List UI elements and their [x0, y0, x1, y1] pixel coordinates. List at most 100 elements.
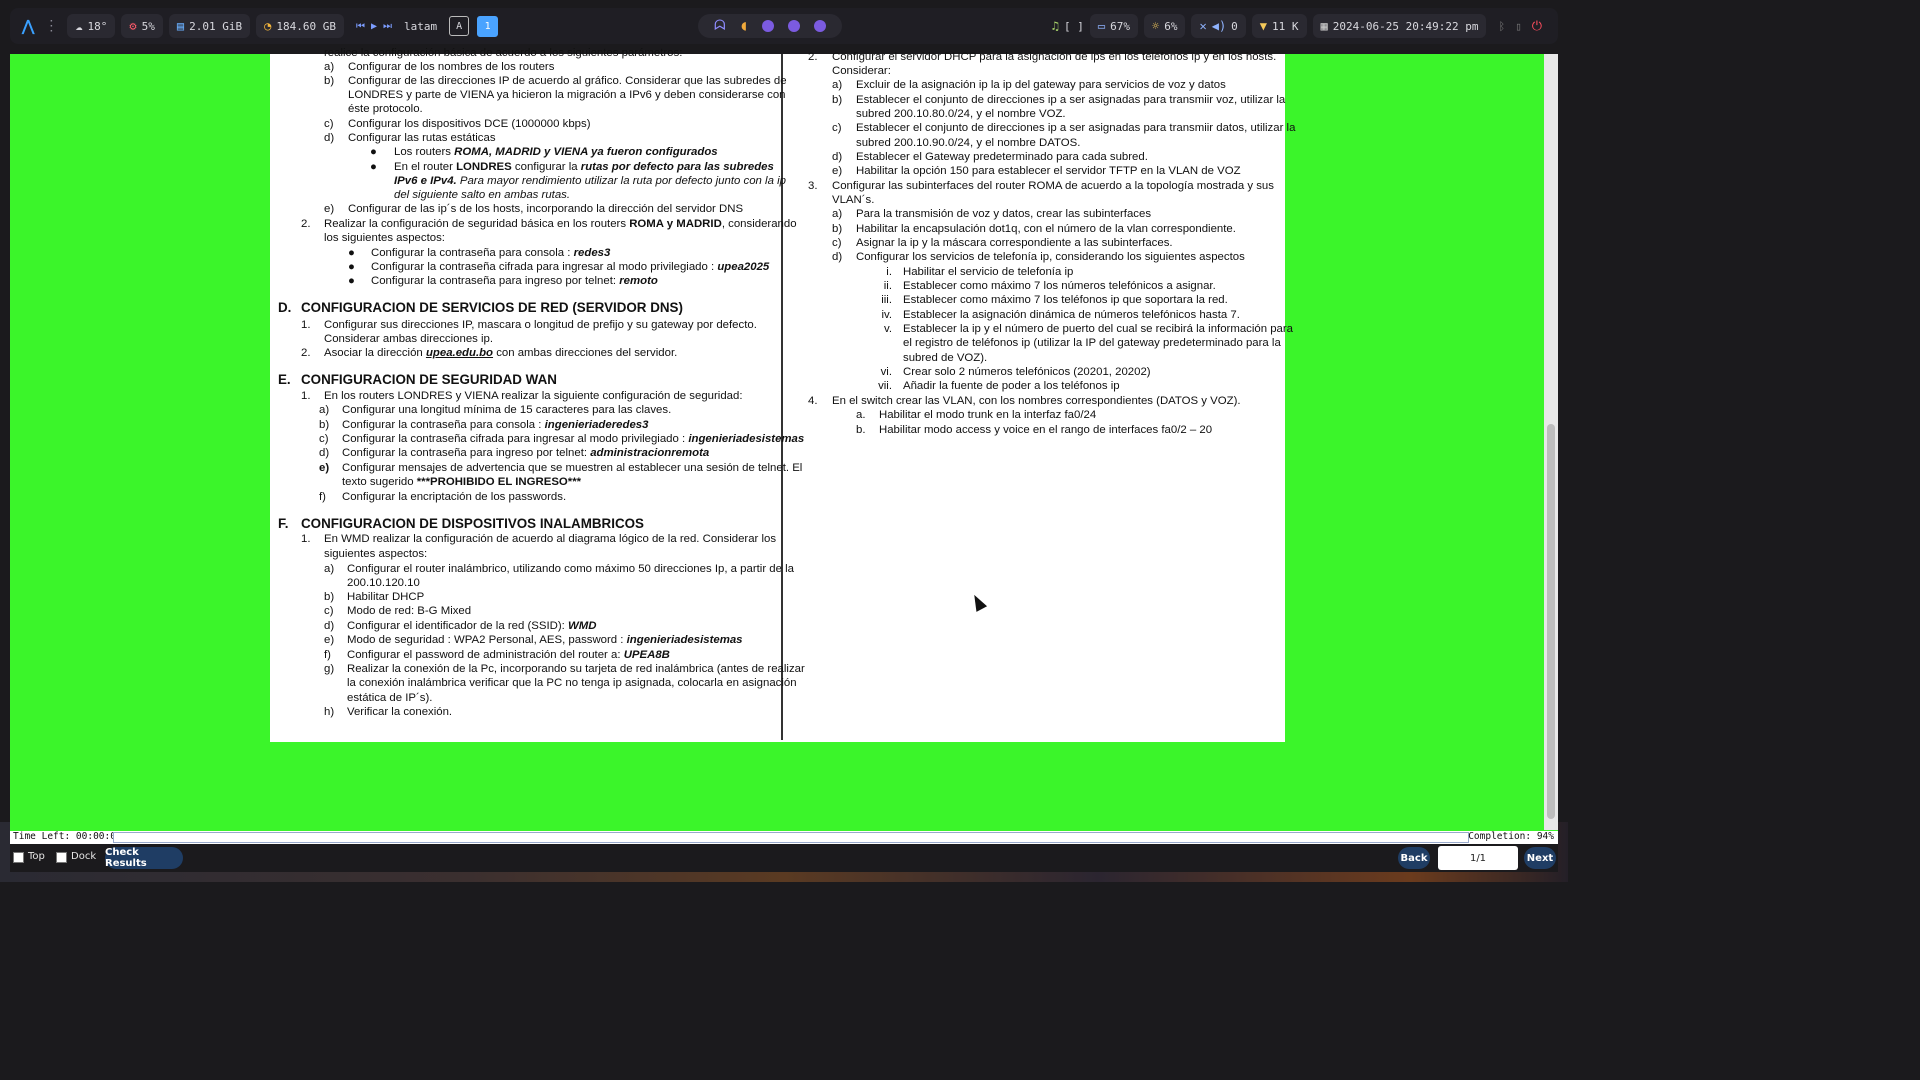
battery-widget[interactable]: ▭ 67% — [1089, 14, 1138, 38]
doc-line: Configurar la contraseña para consola : … — [342, 418, 648, 432]
section-heading: CONFIGURACION DE SEGURIDAD WAN — [301, 372, 557, 387]
next-track-icon[interactable]: ⏭ — [383, 21, 392, 32]
music-widget[interactable]: ♫ [ ] — [1046, 20, 1090, 33]
workspace-dot[interactable] — [814, 20, 827, 32]
top-checkbox-label: Top — [28, 851, 45, 862]
item-marker: a) — [832, 208, 843, 220]
check-results-button[interactable]: Check Results — [105, 847, 183, 869]
doc-line: Establecer como máximo 7 los números tel… — [903, 280, 1216, 292]
doc-line: Considerar: — [832, 65, 891, 77]
page-indicator[interactable]: 1/1 — [1438, 846, 1518, 870]
workspace-dot[interactable] — [762, 20, 775, 32]
bullet-icon: ● — [348, 275, 355, 287]
vertical-scrollbar[interactable] — [1544, 54, 1558, 830]
doc-line: Configurar de los nombres de los routers — [348, 61, 555, 73]
doc-line: Configurar los servicios de telefonía ip… — [856, 251, 1245, 263]
section-heading: CONFIGURACION DE DISPOSITIVOS INALAMBRIC… — [301, 516, 644, 531]
doc-line: Configurar sus direcciones IP, mascara o… — [324, 319, 757, 331]
brightness-icon: ☼ — [1152, 19, 1160, 33]
clock-widget[interactable]: ▦ 2024-06-25 20:49:22 pm — [1312, 14, 1487, 38]
back-button[interactable]: Back — [1398, 847, 1430, 869]
dock-checkbox[interactable] — [56, 852, 67, 863]
num-indicator[interactable]: 1 — [477, 15, 499, 37]
doc-line: Habilitar modo access y voice en el rang… — [879, 424, 1213, 436]
item-marker: d) — [324, 620, 335, 632]
menu-dots-icon[interactable]: ⋮ — [44, 18, 58, 34]
doc-line: Habilitar el servicio de telefonía ip — [903, 266, 1074, 278]
text-run: Configurar la contraseña cifrada para in… — [371, 261, 718, 273]
doc-line: Establecer la ip y el número de puerto d… — [903, 323, 1294, 335]
ram-widget[interactable]: ▤ 2.01 GiB — [168, 14, 251, 38]
doc-line: subred 200.10.80.0/24, y el nombre VOZ. — [856, 108, 1066, 120]
network-widget[interactable]: ▼ 11 K — [1251, 14, 1307, 38]
text-run: ROMA, MADRID y VIENA ya fueron configura… — [454, 146, 718, 158]
item-marker: b) — [832, 94, 843, 106]
disk-value: 184.60 GB — [276, 19, 336, 33]
power-icon[interactable]: ⏻ — [1532, 19, 1542, 34]
status-line: Time Left: 00:00:00 Completion: 94% — [10, 831, 1558, 844]
item-marker: c) — [324, 118, 334, 130]
bullet-icon: ● — [348, 261, 355, 273]
text-run: configurar la — [511, 161, 581, 173]
doc-line: la conexión inalámbrica verificar que la… — [347, 677, 797, 689]
item-marker: vi. — [880, 366, 892, 378]
doc-line: Habilitar la encapsulación dot1q, con el… — [856, 223, 1236, 235]
item-marker: b) — [324, 591, 335, 603]
doc-line: subred de VOZ). — [903, 352, 988, 364]
speaker-icon: ◀) — [1211, 19, 1227, 33]
doc-line: los siguientes aspectos: — [324, 232, 445, 244]
item-marker: i. — [886, 266, 892, 278]
cpu-widget[interactable]: ⚙ 5% — [121, 14, 163, 38]
text-run: rutas por defecto para las subredes — [580, 161, 774, 173]
workspace-dot[interactable] — [788, 20, 801, 32]
previous-track-icon[interactable]: ⏮ — [356, 21, 365, 32]
item-marker: c) — [832, 122, 842, 134]
next-button[interactable]: Next — [1524, 847, 1556, 869]
scrollbar-thumb[interactable] — [1547, 424, 1555, 819]
item-marker: c) — [832, 237, 842, 249]
play-icon[interactable]: ▶ — [371, 21, 377, 32]
item-marker: iii. — [881, 294, 892, 306]
weather-widget[interactable]: ☁ 18° — [67, 14, 116, 38]
item-marker: a) — [319, 404, 330, 416]
section-marker: D. — [278, 300, 292, 315]
bluetooth-icon[interactable]: ᛒ — [1498, 20, 1505, 33]
cloud-icon: ☁ — [75, 19, 83, 33]
text-run: IPv6 e IPv4. — [394, 175, 457, 187]
doc-line: Realizar la configuración de seguridad b… — [324, 217, 797, 231]
workspaces: ᗣ ◖ — [698, 14, 843, 38]
disk-icon: ◔ — [264, 19, 272, 33]
doc-line: Configurar el password de administración… — [347, 648, 670, 662]
battery-value: 67% — [1110, 19, 1130, 33]
ghost-icon[interactable]: ᗣ — [714, 18, 726, 34]
text-run: LONDRES — [456, 161, 512, 173]
music-value: [ ] — [1064, 19, 1084, 33]
text-run: Configurar el password de administración… — [347, 649, 624, 661]
text-run: Configurar la contraseña cifrada para in… — [342, 433, 689, 445]
doc-line: Establecer como máximo 7 los teléfonos i… — [903, 294, 1228, 306]
doc-line: Excluir de la asignación ip la ip del ga… — [856, 79, 1226, 91]
pacman-icon[interactable]: ◖ — [740, 18, 748, 34]
cpu-value: 5% — [141, 19, 155, 33]
disk-widget[interactable]: ◔ 184.60 GB — [256, 14, 344, 38]
doc-line: Habilitar la opción 150 para establecer … — [856, 165, 1241, 177]
doc-line: éste protocolo. — [348, 103, 423, 115]
brightness-widget[interactable]: ☼ 6% — [1144, 14, 1186, 38]
text-run: redes3 — [573, 247, 611, 259]
doc-line: estática de IP´s). — [347, 692, 433, 704]
keyboard-layout[interactable]: latam — [398, 20, 443, 33]
caps-indicator[interactable]: A — [449, 16, 470, 36]
text-run: En el router — [394, 161, 457, 173]
doc-line: Habilitar el modo trunk en la interfaz f… — [879, 409, 1097, 421]
left-column: realice la configuración básica de acuer… — [270, 47, 805, 742]
arch-logo-icon[interactable]: ⋀ — [22, 17, 34, 35]
item-marker: g) — [324, 663, 335, 675]
audio-widget[interactable]: ✕ ◀) 0 — [1191, 14, 1246, 38]
clipboard-icon[interactable]: ▯ — [1515, 20, 1522, 33]
top-checkbox[interactable] — [13, 852, 24, 863]
text-run: con ambas direcciones del servidor. — [493, 347, 678, 359]
doc-line: realice la configuración básica de acuer… — [324, 47, 683, 59]
doc-line: Configurar los dispositivos DCE (1000000… — [348, 118, 591, 130]
media-controls: ⏮ ▶ ⏭ — [350, 21, 398, 32]
doc-line: Configurar mensajes de advertencia que s… — [342, 462, 803, 474]
